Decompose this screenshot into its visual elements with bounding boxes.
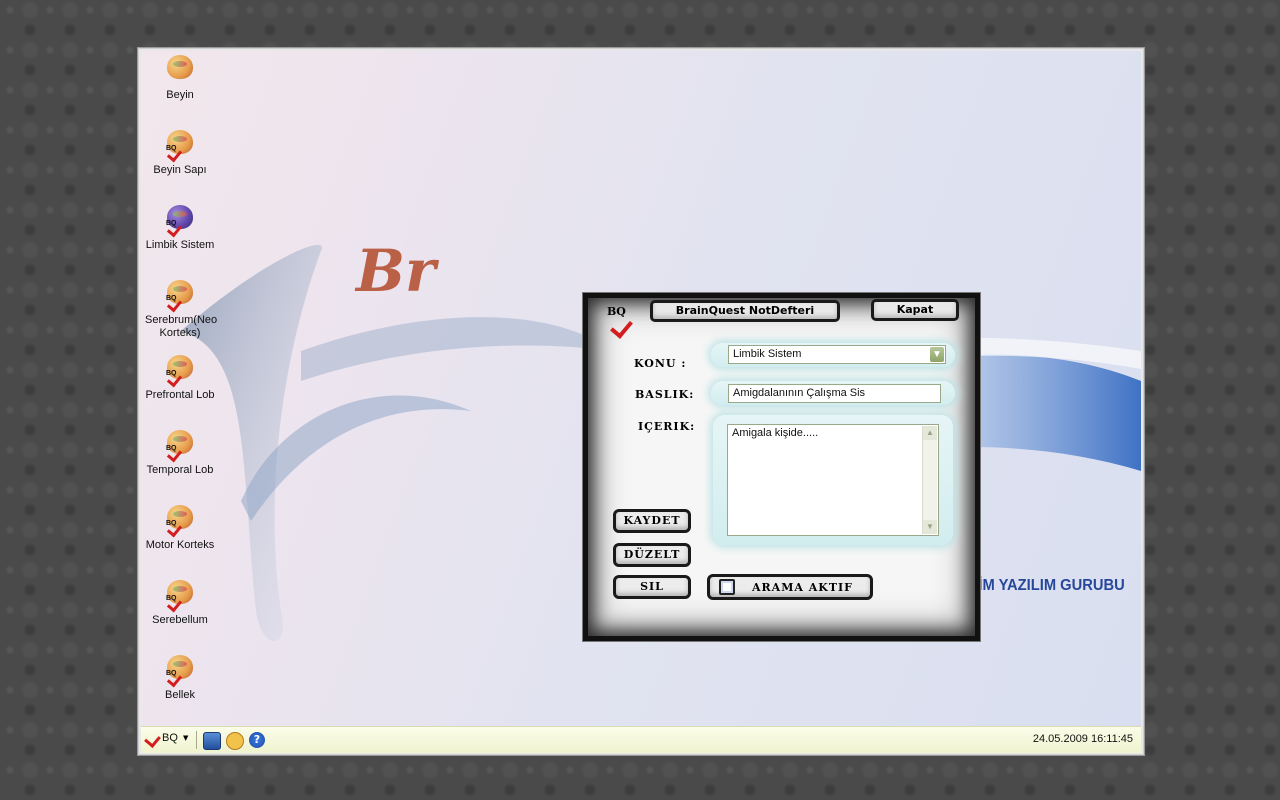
- desktop-icon[interactable]: BQ Temporal Lob: [141, 428, 219, 477]
- dialog-title: BrainQuest NotDefteri: [650, 300, 840, 322]
- delete-button[interactable]: SIL: [613, 575, 691, 599]
- cerebrum-icon: BQ: [164, 278, 196, 313]
- desktop-icon[interactable]: Beyin: [141, 53, 219, 102]
- desktop-icon-label: Serebrum(Neo Korteks): [145, 314, 218, 339]
- search-icon[interactable]: [226, 732, 244, 750]
- chevron-down-icon[interactable]: ▼: [930, 347, 944, 362]
- baslik-input[interactable]: Amigdalanının Çalışma Sis: [728, 384, 941, 403]
- desktop-icon[interactable]: BQ Prefrontal Lob: [141, 353, 219, 402]
- search-checkbox[interactable]: [719, 579, 735, 595]
- konu-select-value: Limbik Sistem: [733, 348, 802, 360]
- desktop-icon[interactable]: BQ Limbik Sistem: [141, 203, 219, 252]
- search-toggle[interactable]: ARAMA AKTIF: [707, 574, 873, 600]
- desktop-icon-label: Motor Korteks: [145, 539, 215, 551]
- help-icon[interactable]: ?: [249, 732, 265, 748]
- desktop-icon[interactable]: BQ Serebellum: [141, 578, 219, 627]
- desktop-icon-label: Limbik Sistem: [145, 239, 215, 251]
- watermark-logo-text: Br: [354, 237, 440, 305]
- scroll-up-icon[interactable]: ▲: [923, 426, 937, 440]
- desktop-icon-label: Beyin Sapı: [153, 164, 207, 176]
- memory-icon: BQ: [164, 653, 196, 688]
- start-button[interactable]: BQ ▼: [144, 729, 191, 749]
- brainstem-icon: BQ: [164, 128, 196, 163]
- scroll-down-icon[interactable]: ▼: [923, 520, 937, 534]
- desktop-icon[interactable]: BQ Bellek: [141, 653, 219, 702]
- desktop-icon-label: Prefrontal Lob: [145, 389, 215, 401]
- start-label: BQ: [162, 732, 178, 744]
- search-toggle-label: ARAMA AKTIF: [752, 581, 853, 594]
- desktop-icon-label: Beyin: [166, 89, 194, 101]
- desktop-icon-label: Bellek: [165, 689, 195, 701]
- bq-start-icon: [144, 730, 161, 749]
- chevron-down-icon: ▼: [183, 734, 189, 742]
- edit-button[interactable]: DÜZELT: [613, 543, 691, 567]
- temporal-lobe-icon: BQ: [164, 428, 196, 463]
- brain-icon: [164, 53, 196, 85]
- scrollbar[interactable]: ▲ ▼: [922, 426, 937, 534]
- limbic-system-icon: BQ: [164, 203, 196, 238]
- application-window: Br Beyin BQ Beyin Sapı BQ Limbik Sistem BQ Ser…: [137, 47, 1145, 756]
- desktop-icon[interactable]: BQ Motor Korteks: [141, 503, 219, 552]
- baslik-label: BASLIK:: [635, 388, 695, 401]
- icerik-label: IÇERIK:: [638, 420, 696, 433]
- bq-logo: BQ: [605, 305, 641, 341]
- close-button[interactable]: Kapat: [871, 299, 959, 321]
- icerik-textarea[interactable]: Amigala kişide..... ▲ ▼: [727, 424, 939, 536]
- book-icon[interactable]: [203, 732, 221, 750]
- prefrontal-lobe-icon: BQ: [164, 353, 196, 388]
- desktop-icon-label: Temporal Lob: [146, 464, 214, 476]
- taskbar: BQ ▼ ? 24.05.2009 16:11:45: [141, 726, 1141, 753]
- desktop-icon-label: Serebellum: [152, 614, 208, 626]
- konu-label: KONU :: [634, 357, 687, 370]
- desktop-icon[interactable]: BQ Beyin Sapı: [141, 128, 219, 177]
- icerik-text: Amigala kişide.....: [732, 427, 819, 439]
- check-icon: [610, 315, 633, 339]
- motor-cortex-icon: BQ: [164, 503, 196, 538]
- notebook-dialog: BQ BrainQuest NotDefteri Kapat KONU : Li…: [582, 292, 981, 642]
- desktop-icon[interactable]: BQ Serebrum(Neo Korteks): [141, 278, 219, 340]
- cerebellum-icon: BQ: [164, 578, 196, 613]
- desktop: Br Beyin BQ Beyin Sapı BQ Limbik Sistem BQ Ser…: [141, 51, 1141, 726]
- clock: 24.05.2009 16:11:45: [1032, 733, 1133, 745]
- konu-select[interactable]: Limbik Sistem ▼: [728, 345, 946, 364]
- taskbar-divider: [196, 731, 197, 749]
- save-button[interactable]: KAYDET: [613, 509, 691, 533]
